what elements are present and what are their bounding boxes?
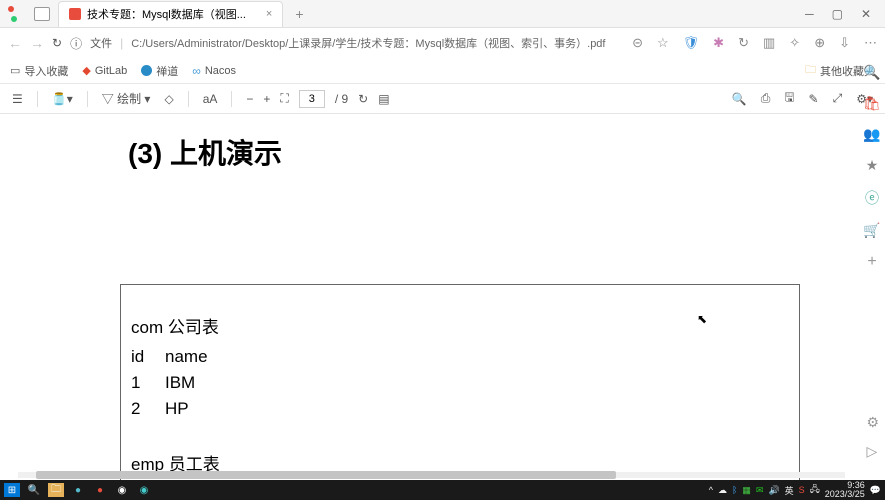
reload-icon[interactable]: ↻ (52, 36, 62, 50)
eraser-icon[interactable]: ◇ (164, 92, 173, 106)
forward-icon: → (30, 35, 44, 51)
copilot-icon[interactable]: ✱ (713, 35, 724, 51)
pdf-search-icon[interactable]: 🔍 (732, 92, 747, 106)
tray-bt-icon[interactable]: ᛒ (732, 485, 737, 495)
address-bar: ← → ↻ ⓘ 文件 | C:/Users/Administrator/Desk… (0, 28, 885, 58)
draw-icon[interactable]: ▽ 绘制 ▾ (102, 90, 151, 107)
record-icon[interactable]: ● (92, 483, 108, 497)
url-text[interactable]: C:/Users/Administrator/Desktop/上课录屏/学生/技… (131, 35, 624, 51)
paint-bucket-icon[interactable]: 🫙▾ (52, 92, 73, 106)
pdf-content: (3) 上机演示 com 公司表 id name 1IBM 2HP emp 员工… (0, 114, 885, 500)
sidebar-add-icon[interactable]: + (867, 253, 876, 271)
notifications-icon[interactable]: 💬 (870, 485, 881, 496)
sidebar-collapse-icon[interactable]: ▷ (866, 443, 879, 460)
tray-wechat-icon[interactable]: ✉ (756, 485, 764, 496)
pdf-toolbar: ☰ 🫙▾ ▽ 绘制 ▾ ◇ aA − + ⛶ / 9 ↻ ▤ 🔍 ⎙ 🖫 ✎ ⤢… (0, 84, 885, 114)
windows-taskbar: ⊞ 🔍 🗀 ● ● ◉ ◉ ^ ☁ ᛒ ▦ ✉ 🔊 英 S 🖧 9:36 202… (0, 480, 885, 500)
section-heading: (3) 上机演示 (128, 132, 282, 172)
sidebar-settings-icon[interactable]: ⚙ (866, 414, 879, 431)
page-view-icon[interactable]: ▤ (378, 92, 389, 106)
text-size-icon[interactable]: aA (203, 92, 218, 106)
print-icon[interactable]: ⎙ (761, 91, 771, 106)
refresh-ext-icon[interactable]: ↻ (738, 35, 749, 51)
minimize-icon[interactable]: ─ (805, 7, 814, 21)
profile-indicator[interactable] (6, 6, 22, 22)
close-window-icon[interactable]: ✕ (861, 7, 871, 21)
collections-icon[interactable]: ⊕ (814, 35, 825, 51)
more-icon[interactable]: ⋯ (864, 35, 877, 51)
sidebar-cart-icon[interactable]: 🛒 (863, 222, 880, 239)
edit-icon[interactable]: ✎ (809, 92, 819, 106)
sidebar-people-icon[interactable]: 👥 (863, 126, 880, 143)
bookmark-zentao[interactable]: 禅道 (141, 63, 178, 79)
edge-sidebar: 🔍 🛍 👥 ★ ⓔ 🛒 + (859, 58, 885, 271)
chrome-icon[interactable]: ◉ (114, 483, 130, 497)
zoom-in-icon[interactable]: + (263, 92, 270, 106)
maximize-icon[interactable]: ▢ (832, 7, 843, 21)
new-tab-icon[interactable]: + (295, 6, 303, 22)
taskbar-clock[interactable]: 9:36 2023/3/25 (825, 481, 865, 499)
tab-close-icon[interactable]: × (266, 8, 272, 20)
edge-icon[interactable]: ◉ (136, 483, 152, 497)
back-icon[interactable]: ← (8, 35, 22, 51)
start-icon[interactable]: ⊞ (4, 483, 20, 497)
tray-net-icon[interactable]: 🖧 (810, 482, 820, 498)
save-icon[interactable]: 🖫 (784, 88, 794, 109)
split-icon[interactable]: ▥ (763, 35, 775, 51)
bookmark-nacos[interactable]: ∞ Nacos (192, 64, 236, 78)
favorite-icon[interactable]: ☆ (657, 35, 669, 51)
shield-icon[interactable]: 🛡 (683, 35, 700, 51)
cursor-icon: ⬉ (697, 312, 707, 326)
taskbar-search-icon[interactable]: 🔍 (26, 483, 42, 497)
explorer-icon[interactable]: 🗀 (48, 483, 64, 497)
pdf-file-icon (69, 8, 81, 20)
tray-app-icon[interactable]: ▦ (742, 485, 751, 496)
com-table-title: com 公司表 (131, 313, 789, 338)
camera-icon[interactable]: ● (70, 483, 86, 497)
sidebar-shopping-icon[interactable]: 🛍 (863, 95, 881, 112)
fit-icon[interactable]: ⛶ (280, 91, 288, 106)
info-icon[interactable]: ⓘ (70, 35, 82, 52)
browser-tab[interactable]: 技术专题：Mysql数据库（视图... × (58, 1, 283, 27)
file-scheme-label: 文件 (90, 35, 112, 51)
sidebar-ie-icon[interactable]: ⓔ (865, 188, 879, 208)
com-header-row: id name (131, 344, 789, 370)
table-row: 2HP (131, 396, 789, 422)
bookmark-gitlab[interactable]: ◆ GitLab (82, 64, 127, 77)
horizontal-scrollbar[interactable] (4, 470, 859, 480)
folder-icon: 🗀 (805, 61, 816, 80)
gitlab-icon: ◆ (82, 64, 90, 77)
import-icon: ▭ (10, 64, 20, 77)
tray-cloud-icon[interactable]: ☁ (718, 485, 727, 496)
page-total: / 9 (335, 92, 348, 106)
window-icon[interactable] (34, 7, 50, 21)
fullscreen-icon[interactable]: ⤢ (833, 91, 843, 106)
extensions-icon[interactable]: ✧ (789, 35, 800, 51)
bookmark-bar: ▭ 导入收藏 ◆ GitLab 禅道 ∞ Nacos 🗀 其他收藏夹 (0, 58, 885, 84)
sidebar-search-icon[interactable]: 🔍 (863, 64, 880, 81)
tab-title: 技术专题：Mysql数据库（视图... (87, 6, 246, 22)
contents-icon[interactable]: ☰ (12, 92, 23, 106)
title-bar: 技术专题：Mysql数据库（视图... × + ─ ▢ ✕ (0, 0, 885, 28)
zentao-icon (141, 65, 152, 76)
tray-volume-icon[interactable]: 🔊 (768, 485, 779, 496)
tray-sogou-icon[interactable]: S (799, 485, 805, 495)
nacos-icon: ∞ (192, 64, 201, 78)
zoom-out-icon[interactable]: − (246, 92, 253, 106)
bookmark-import[interactable]: ▭ 导入收藏 (10, 63, 68, 79)
rotate-icon[interactable]: ↻ (358, 92, 368, 106)
downloads-icon[interactable]: ⇩ (839, 35, 850, 51)
tray-ime-icon[interactable]: 英 (785, 484, 794, 497)
tray-up-icon[interactable]: ^ (709, 485, 713, 495)
sidebar-star-icon[interactable]: ★ (866, 157, 879, 174)
search-icon[interactable]: ⊝ (632, 35, 643, 51)
page-input[interactable] (299, 90, 325, 108)
table-row: 1IBM (131, 370, 789, 396)
